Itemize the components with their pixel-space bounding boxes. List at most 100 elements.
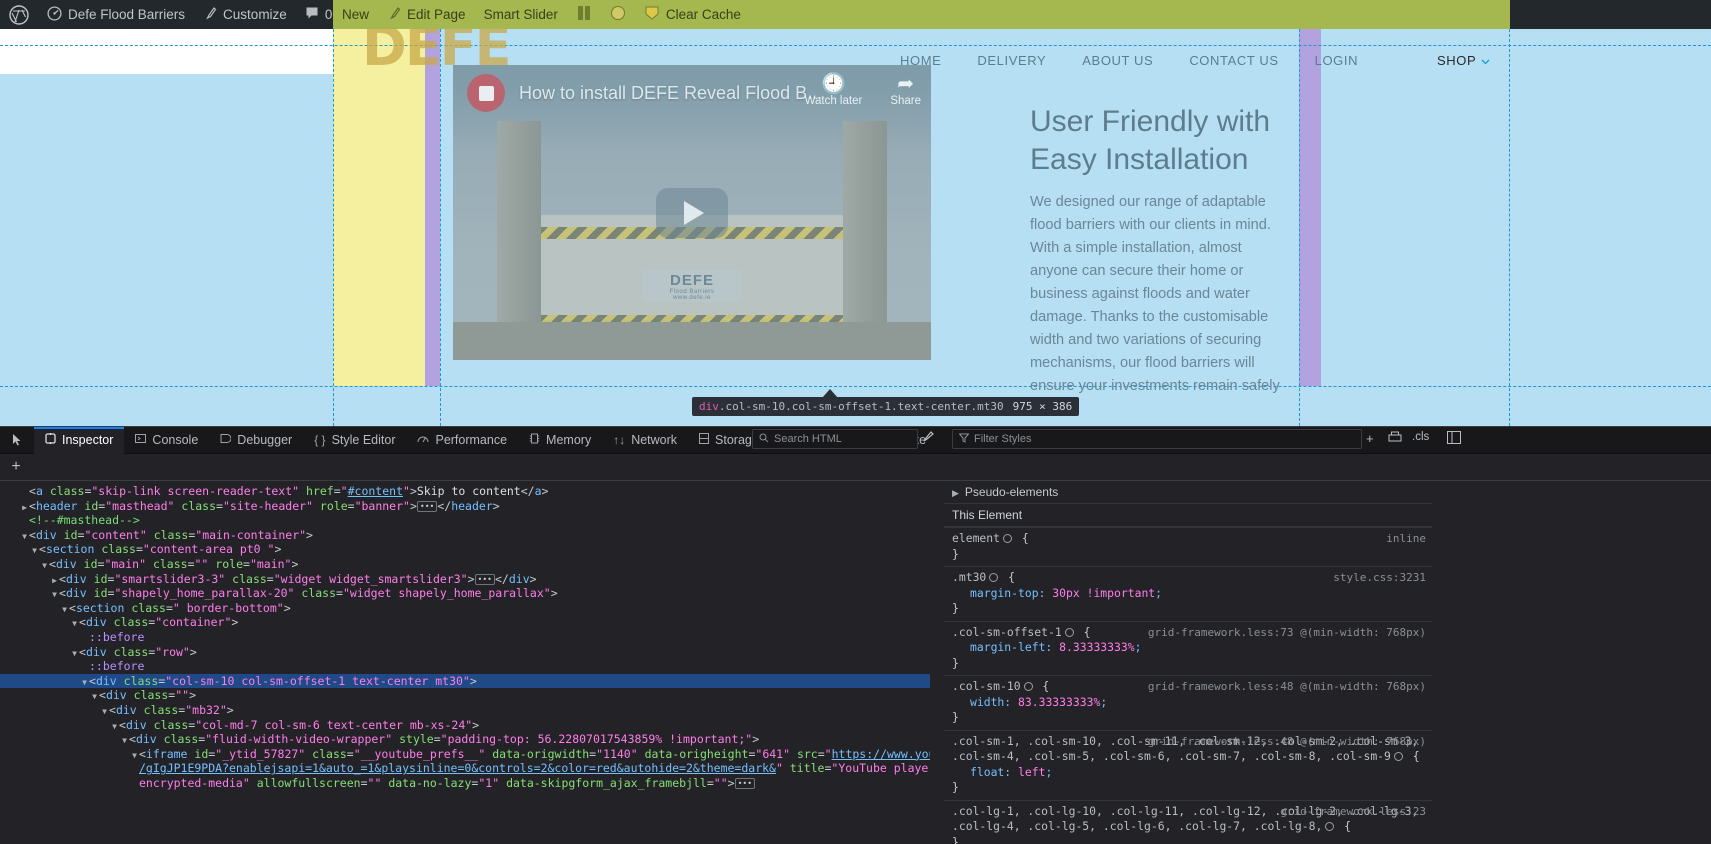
primary-nav[interactable]: HOME DELIVERY ABOUT US CONTACT US LOGIN (900, 53, 1358, 68)
markup-node[interactable]: ▼ <div class="row"> (0, 645, 930, 660)
gear-icon[interactable] (1064, 627, 1074, 637)
pseudo-elements-row[interactable]: ▶ Pseudo-elements (944, 481, 1432, 504)
watch-later-button[interactable]: 🕘 Watch later (805, 73, 863, 107)
element-classes-button[interactable]: .cls (1412, 431, 1429, 443)
css-rule[interactable]: element {} inline (944, 527, 1432, 566)
gear-icon[interactable] (1023, 682, 1033, 691)
css-rule-source[interactable]: grid-framework.less:48 @(min-width: 768p… (1148, 734, 1426, 750)
css-rules-pane[interactable]: ▶ Pseudo-elements This Element element {}… (944, 481, 1432, 844)
ground-strip (453, 322, 931, 360)
print-media-button[interactable] (1388, 431, 1402, 447)
nav-item-delivery[interactable]: DELIVERY (977, 53, 1046, 68)
markup-node[interactable]: encrypted-media" allowfullscreen="" data… (0, 776, 930, 791)
css-declaration[interactable]: width: 83.33333333%; (952, 695, 1424, 711)
admin-bar-customize-label: Customize (223, 7, 287, 22)
markup-node-content: <iframe id="_ytid_57827" class="__youtub… (139, 746, 930, 761)
css-rule-source[interactable]: grid-framework.less:48 @(min-width: 768p… (1148, 679, 1426, 695)
video-play-button[interactable] (656, 187, 728, 238)
css-rule-source[interactable]: grid-framework.less:73 @(min-width: 768p… (1148, 625, 1426, 641)
eyedropper-button[interactable] (920, 430, 935, 448)
youtube-video-embed[interactable]: DEFE Flood Barriers www.defe.ie How to i… (453, 65, 931, 360)
gear-icon[interactable] (1325, 822, 1335, 831)
element-picker-button[interactable] (0, 427, 34, 454)
tab-memory[interactable]: Memory (518, 427, 602, 454)
admin-bar-wpforms[interactable] (567, 0, 601, 29)
css-rule[interactable]: .col-sm-10 {width: 83.33333333%;} grid-fr… (944, 675, 1432, 730)
css-rule[interactable]: .col-lg-1, .col-lg-10, .col-lg-11, .col-… (944, 799, 1432, 844)
markup-node[interactable]: ▼ <div class="fluid-width-video-wrapper" … (0, 732, 930, 747)
new-rule-button[interactable]: + (1366, 431, 1374, 446)
css-declaration[interactable]: float: left; (952, 765, 1424, 781)
markup-node[interactable]: ▶ <div id="smartslider3-3" class="widget … (0, 572, 930, 587)
gear-icon[interactable] (1003, 534, 1013, 543)
admin-bar-wp-logo[interactable] (0, 0, 38, 29)
filter-styles-input[interactable]: Filter Styles (952, 429, 1362, 449)
css-rule[interactable]: .col-sm-offset-1 {margin-left: 8.3333333… (944, 620, 1432, 676)
markup-node[interactable]: ▼ <iframe id="_ytid_57827" class="__youtu… (0, 747, 930, 762)
markup-node[interactable]: ▼ <div class="mb32"> (0, 703, 930, 718)
admin-bar-customize[interactable]: Customize (194, 0, 296, 29)
admin-bar-clear-cache[interactable]: Clear Cache (635, 0, 750, 29)
nav-item-shop[interactable]: SHOP (1437, 53, 1490, 68)
search-html-input[interactable]: Search HTML (752, 429, 918, 449)
watch-later-label: Watch later (804, 95, 863, 107)
admin-bar-edit-page[interactable]: Edit Page (378, 0, 475, 29)
tab-performance[interactable]: Performance (406, 427, 518, 454)
section-body-text: We designed our range of adaptable flood… (1030, 194, 1280, 417)
css-declaration[interactable]: margin-top: 30px !important; (952, 586, 1424, 602)
markup-node[interactable]: ▼ <div class=""> (0, 688, 930, 703)
css-rule-selector[interactable]: element { (952, 531, 1424, 547)
tab-debugger[interactable]: Debugger (209, 427, 303, 454)
markup-node[interactable]: ▶ <header id="masthead" class="site-heade… (0, 499, 930, 514)
nav-item-login[interactable]: LOGIN (1315, 53, 1358, 68)
markup-node-content: <div class="container"> (79, 615, 239, 630)
css-rule-source[interactable]: grid-framework.less:23 (1280, 804, 1426, 820)
nav-item-contact-us[interactable]: CONTACT US (1189, 53, 1278, 68)
nav-item-about-us[interactable]: ABOUT US (1082, 53, 1153, 68)
css-rules-list[interactable]: element {} inline .mt30 {margin-top: 30px … (944, 527, 1432, 844)
layout-panel-icon[interactable] (1447, 431, 1461, 447)
gear-icon[interactable] (1393, 752, 1403, 761)
admin-bar-site-name[interactable]: Defe Flood Barriers (38, 0, 194, 29)
markup-node[interactable]: ▼ <div id="shapely_home_parallax-20" clas… (0, 586, 930, 601)
wp-admin-bar[interactable]: Defe Flood Barriers Customize 0 New Edit… (0, 0, 1711, 29)
markup-node[interactable]: ▼ <div id="content" class="main-container… (0, 528, 930, 543)
markup-node[interactable]: /gIgJP1E9PDA?enablejsapi=1&auto_=1&plays… (0, 761, 930, 776)
share-button[interactable]: ➦ Share (890, 73, 921, 107)
tab-style-editor[interactable]: { } Style Editor (303, 427, 406, 454)
css-rule-source[interactable]: inline (1386, 531, 1426, 547)
markup-node[interactable]: ▼ <section class="content-area pt0 "> (0, 542, 930, 557)
css-rule-source[interactable]: style.css:3231 (1333, 570, 1426, 586)
markup-node[interactable]: ▼ <div class="col-md-7 col-sm-6 text-cent… (0, 718, 930, 733)
markup-node[interactable]: ::before (0, 659, 930, 674)
css-rule[interactable]: .mt30 {margin-top: 30px !important;} styl… (944, 566, 1432, 621)
admin-bar-comments-count: 0 (324, 7, 333, 22)
video-title[interactable]: How to install DEFE Reveal Flood B... (519, 83, 822, 104)
video-actions[interactable]: 🕘 Watch later ➦ Share (805, 73, 921, 107)
devtools-secondary-toolbar[interactable]: + Search HTML Filter Styles + .cls (0, 429, 1711, 481)
cache-shield-icon (644, 5, 660, 24)
video-defe-plate: DEFE Flood Barriers www.defe.ie (643, 270, 741, 302)
markup-node[interactable]: ▼ <div id="main" class="" role="main"> (0, 557, 930, 572)
admin-bar-new-label: New (342, 7, 370, 22)
admin-bar-seo[interactable] (601, 0, 635, 29)
markup-node[interactable]: ::before (0, 630, 930, 645)
admin-bar-smart-slider[interactable]: Smart Slider (475, 0, 567, 29)
nav-item-shop-label: SHOP (1437, 53, 1477, 68)
markup-node[interactable]: <!--#masthead--> (0, 513, 930, 528)
markup-node-selected[interactable]: ▼ <div class="col-sm-10 col-sm-offset-1 t… (0, 673, 930, 689)
add-node-button[interactable]: + (0, 454, 32, 481)
guide-line-right (1509, 29, 1510, 426)
gear-icon[interactable] (989, 573, 999, 582)
tab-console[interactable]: Console (124, 427, 209, 454)
tab-inspector[interactable]: Inspector (34, 426, 125, 454)
admin-bar-new[interactable]: New (333, 0, 378, 29)
guide-line-content-right (1299, 29, 1300, 426)
markup-tree[interactable]: <a class="skip-link screen-reader-text" … (0, 481, 930, 844)
tab-network[interactable]: ↑↓ Network (602, 427, 688, 454)
markup-node[interactable]: <a class="skip-link screen-reader-text" … (0, 484, 930, 499)
markup-node[interactable]: ▼ <section class=" border-bottom"> (0, 601, 930, 616)
css-rule[interactable]: .col-sm-1, .col-sm-10, .col-sm-11, .col-… (944, 729, 1432, 800)
markup-node[interactable]: ▼ <div class="container"> (0, 615, 930, 630)
css-declaration[interactable]: margin-left: 8.33333333%; (952, 640, 1424, 656)
